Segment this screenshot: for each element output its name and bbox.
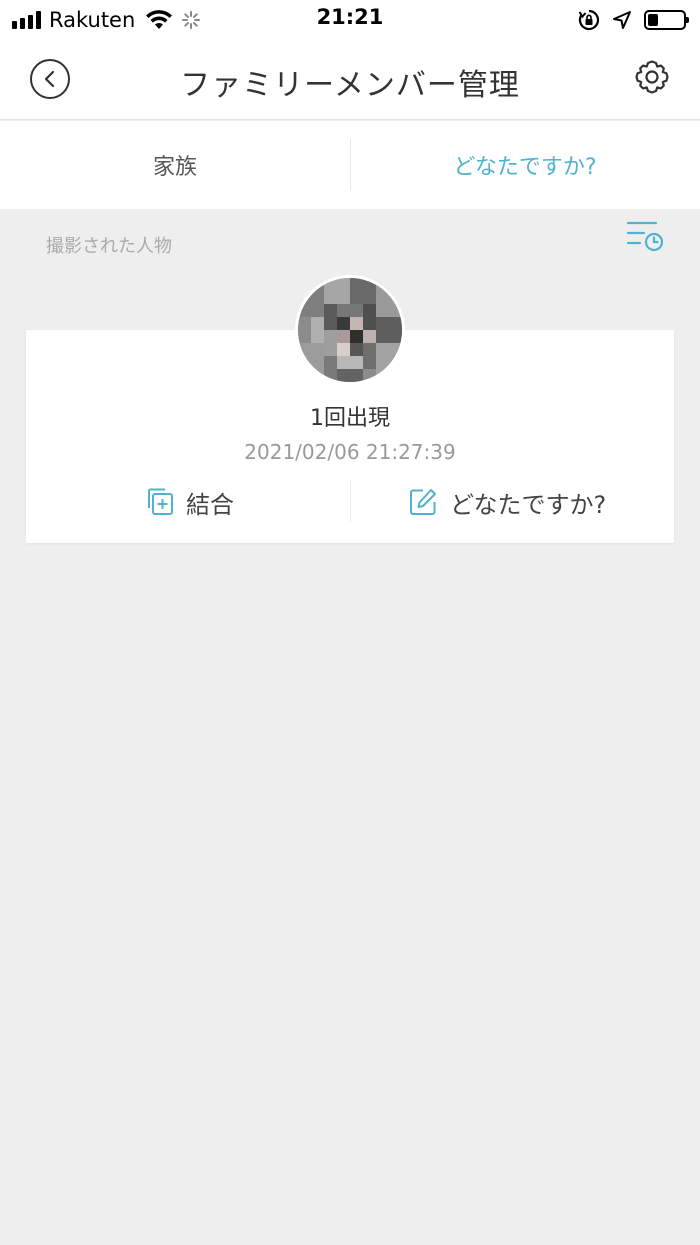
tab-divider [350, 139, 351, 191]
tab-family[interactable]: 家族 [0, 121, 350, 209]
pixelated-face-image [298, 278, 402, 382]
nav-header: ファミリーメンバー管理 [0, 40, 700, 120]
card-divider [350, 480, 351, 522]
identify-button[interactable]: どなたですか? [408, 482, 606, 522]
sort-by-time-icon[interactable] [626, 218, 666, 254]
appearance-count: 1回出現 [310, 406, 390, 431]
avatar[interactable] [295, 275, 405, 385]
merge-button[interactable]: 結合 [144, 482, 234, 522]
tab-who-is-this[interactable]: どなたですか? [350, 121, 700, 209]
section-label: 撮影された人物 [46, 236, 172, 257]
identify-label: どなたですか? [450, 490, 607, 519]
capture-timestamp: 2021/02/06 21:27:39 [244, 440, 456, 464]
status-bar: Rakuten 21:21 [0, 0, 700, 40]
merge-label: 結合 [186, 490, 234, 519]
status-right [578, 6, 689, 34]
location-arrow-icon [613, 11, 631, 29]
gear-icon[interactable] [634, 59, 670, 95]
tab-bar: 家族 どなたですか? [0, 121, 700, 209]
battery-icon [644, 10, 689, 30]
edit-icon [410, 489, 436, 515]
orientation-lock-icon [578, 9, 600, 31]
page-title: ファミリーメンバー管理 [180, 68, 520, 103]
merge-icon [148, 488, 173, 515]
